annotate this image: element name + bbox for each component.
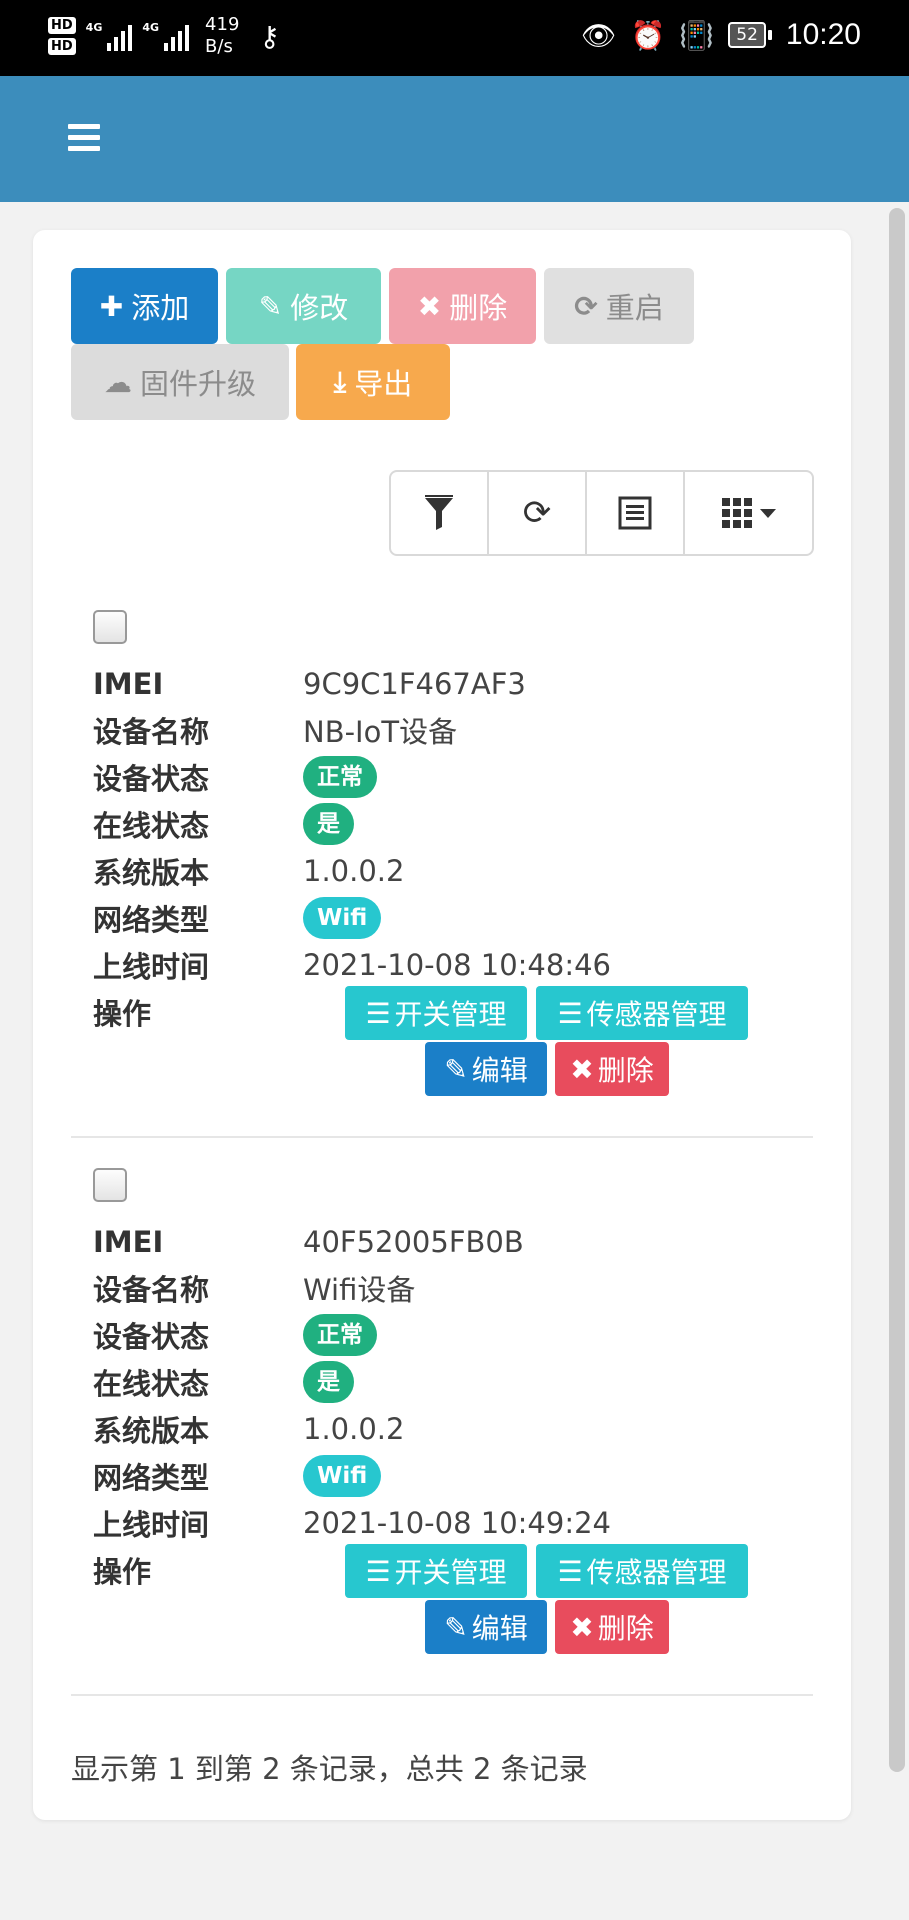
signal-2-icon: 4G [142, 21, 190, 51]
row-edit-button[interactable]: ✎ 编辑 [425, 1042, 547, 1096]
hd-badge-1: HD [48, 17, 76, 34]
times-icon: ✖ [570, 1052, 594, 1086]
table-tools: ⟳ [389, 470, 814, 556]
list-icon: ☰ [365, 996, 391, 1030]
filter-icon[interactable] [391, 472, 489, 554]
switch-manage-button[interactable]: ☰ 开关管理 [345, 1544, 527, 1598]
row-checkbox[interactable] [93, 1168, 127, 1202]
row-delete-button[interactable]: ✖ 删除 [555, 1042, 669, 1096]
vibrate-icon: 📳 [679, 18, 715, 52]
edit-button[interactable]: ✎ 修改 [226, 268, 381, 344]
pagination-info: 显示第 1 到第 2 条记录，总共 2 条记录 [71, 1752, 588, 1786]
clock: 10:20 [785, 18, 861, 51]
hd-indicators: HD HD [48, 17, 76, 55]
status-bar: HD HD 4G 4G 419 B/s ⚷ 👁 ⏰ 📳 52 10:20 [0, 0, 909, 76]
delete-button[interactable]: ✖ 删除 [389, 268, 536, 344]
online-badge: 是 [303, 1361, 354, 1403]
list-icon: ☰ [365, 1554, 391, 1588]
battery-level: 52 [728, 22, 766, 48]
status-left: HD HD 4G 4G 419 B/s ⚷ [48, 14, 280, 58]
page-scrollbar[interactable] [889, 208, 905, 1772]
vpn-key-icon: ⚷ [259, 19, 280, 53]
device-table-card: ✚ 添加 ✎ 修改 ✖ 删除 ⟳ 重启 ☁ 固件升级 ⤓ 导出 ⟳ IMEI 9… [33, 230, 851, 1820]
status-badge: 正常 [303, 1314, 377, 1356]
version-value: 1.0.0.2 [303, 854, 405, 888]
sensor-manage-button[interactable]: ☰ 传感器管理 [536, 986, 748, 1040]
refresh-icon: ⟳ [574, 289, 598, 323]
imei-value: 40F52005FB0B [303, 1225, 524, 1259]
device-name-value: NB-IoT设备 [303, 715, 458, 749]
imei-value: 9C9C1F467AF3 [303, 667, 526, 701]
list-icon: ☰ [557, 1554, 583, 1588]
status-badge: 正常 [303, 756, 377, 798]
row-divider [71, 1694, 813, 1696]
plus-icon: ✚ [99, 289, 124, 323]
export-button[interactable]: ⤓ 导出 [296, 344, 450, 420]
firmware-upgrade-button[interactable]: ☁ 固件升级 [71, 344, 289, 420]
grid-icon [721, 498, 752, 528]
row-divider [71, 1136, 813, 1138]
online-time-value: 2021-10-08 10:48:46 [303, 948, 611, 982]
eye-comfort-icon: 👁 [580, 18, 617, 52]
caret-down-icon [759, 508, 776, 518]
row-checkbox[interactable] [93, 610, 127, 644]
restart-button[interactable]: ⟳ 重启 [544, 268, 694, 344]
status-right: 👁 ⏰ 📳 52 10:20 [581, 18, 861, 52]
device-name-value: Wifi设备 [303, 1273, 416, 1307]
columns-dropdown[interactable] [685, 472, 812, 554]
battery-icon: 52 [728, 22, 772, 48]
edit-icon: ✎ [444, 1610, 468, 1644]
menu-icon[interactable] [68, 124, 100, 152]
cloud-upload-icon: ☁ [103, 365, 132, 399]
download-icon: ⤓ [333, 365, 347, 398]
row-delete-button[interactable]: ✖ 删除 [555, 1600, 669, 1654]
row-edit-button[interactable]: ✎ 编辑 [425, 1600, 547, 1654]
times-icon: ✖ [570, 1610, 594, 1644]
alarm-icon: ⏰ [630, 18, 666, 52]
network-speed: 419 B/s [205, 14, 240, 57]
times-icon: ✖ [417, 289, 442, 323]
refresh-icon[interactable]: ⟳ [489, 472, 587, 554]
edit-icon: ✎ [444, 1052, 468, 1086]
sensor-manage-button[interactable]: ☰ 传感器管理 [536, 1544, 748, 1598]
list-view-icon[interactable] [587, 472, 685, 554]
network-badge: Wifi [303, 1455, 382, 1497]
version-value: 1.0.0.2 [303, 1412, 405, 1446]
signal-1-icon: 4G [86, 21, 133, 51]
add-button[interactable]: ✚ 添加 [71, 268, 218, 344]
online-badge: 是 [303, 803, 354, 845]
online-time-value: 2021-10-08 10:49:24 [303, 1506, 611, 1540]
app-bar [0, 76, 909, 202]
list-icon: ☰ [557, 996, 583, 1030]
network-badge: Wifi [303, 897, 382, 939]
edit-icon: ✎ [258, 289, 283, 323]
hd-badge-2: HD [48, 38, 76, 55]
switch-manage-button[interactable]: ☰ 开关管理 [345, 986, 527, 1040]
